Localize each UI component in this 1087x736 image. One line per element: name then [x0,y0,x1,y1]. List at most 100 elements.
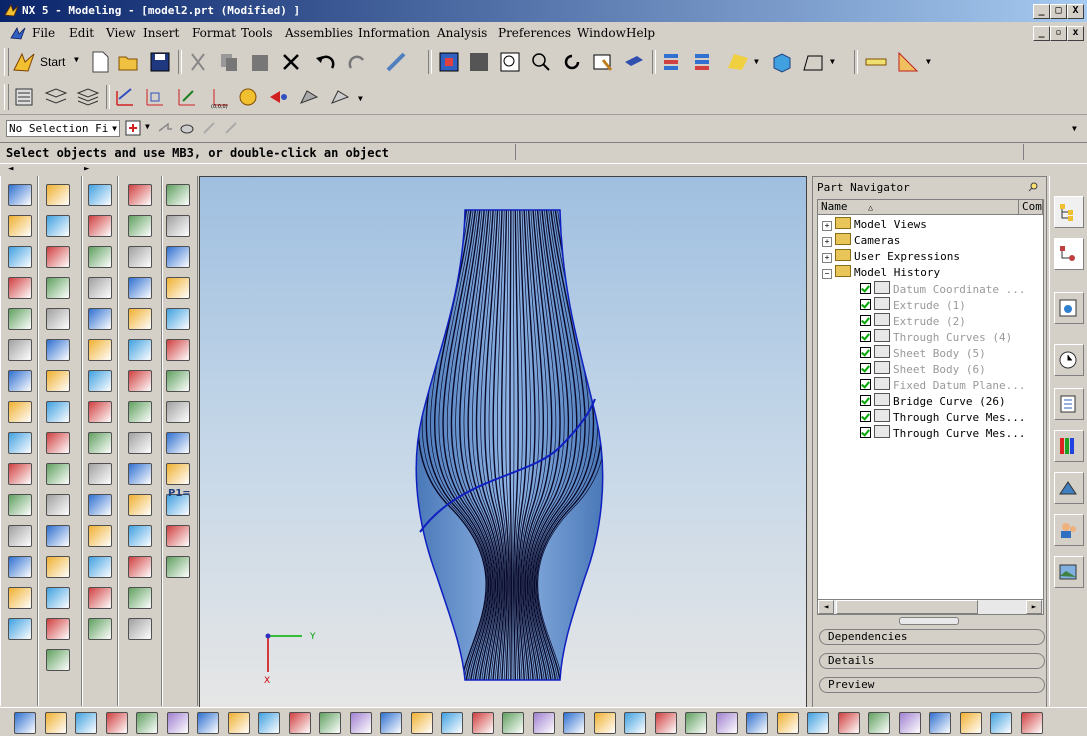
menu-edit[interactable]: Edit [69,26,94,40]
tree-node[interactable]: Datum Coordinate ... [860,280,1025,296]
palette-tool-icon[interactable] [88,432,112,454]
tree-node[interactable]: Bridge Curve (26) [860,392,1006,408]
tree-node[interactable]: Through Curve Mes... [860,408,1025,424]
palette-tool-icon[interactable] [8,618,32,640]
suppress-checkbox[interactable] [860,363,871,374]
toolbar-tool-icon[interactable] [715,712,738,734]
palette-tool-icon[interactable] [128,370,152,392]
toolbar-tool-icon[interactable] [502,712,524,734]
type-filter-select[interactable]: No Selection Fi ▼ [6,120,120,137]
scroll-right-icon[interactable]: ► [84,164,89,174]
wcs-icon[interactable] [236,85,260,109]
zoom-window-icon[interactable] [467,50,491,74]
suppress-checkbox[interactable] [860,411,871,422]
tree-node[interactable]: + User Expressions [822,248,960,264]
toolbar-tool-icon[interactable] [776,712,799,734]
measure-dropdown-icon[interactable]: ▼ [926,57,931,66]
close-button[interactable]: X [1067,4,1084,19]
toolbar-tool-icon[interactable] [441,712,463,734]
palette-tool-icon[interactable] [128,339,152,361]
palette-tool-icon[interactable] [128,494,152,516]
tree-node[interactable]: − Model History [822,264,940,280]
palette-tool-icon[interactable] [46,401,70,423]
palette-tool-icon[interactable] [128,184,152,206]
palette-tool-icon[interactable] [166,277,190,299]
start-icon[interactable] [12,50,36,74]
tree-node[interactable]: Sheet Body (5) [860,344,986,360]
tree-node[interactable]: + Cameras [822,232,900,248]
menu-preferences[interactable]: Preferences [498,26,571,40]
model-viewport[interactable]: Y X [200,177,806,707]
start-button[interactable]: Start [40,55,65,69]
menu-format[interactable]: Format [192,26,236,40]
toolbar-tool-icon[interactable] [898,712,921,734]
toolbar-tool-icon[interactable] [166,712,189,734]
column-name-header[interactable]: Name △ [818,200,1019,215]
palette-tool-icon[interactable] [46,215,70,237]
palette-tool-icon[interactable] [128,215,152,237]
fit-icon[interactable] [437,50,461,74]
ruler-icon[interactable] [864,50,888,74]
part-icon[interactable] [12,85,36,109]
toolbar-tool-icon[interactable] [868,712,890,734]
palette-tool-icon[interactable] [46,339,70,361]
toolbar-tool-icon[interactable] [1020,712,1043,734]
palette-tool-icon[interactable] [166,463,190,485]
menu-tools[interactable]: Tools [241,26,273,40]
palette-tool-icon[interactable] [46,525,70,547]
layer-settings-icon[interactable] [660,50,684,74]
toolbar-tool-icon[interactable] [197,712,219,734]
copy-select-icon[interactable] [222,119,240,137]
preview-panel[interactable]: Preview [819,677,1045,693]
toolbar-tool-icon[interactable] [807,712,829,734]
save-icon[interactable] [148,50,172,74]
expand-icon[interactable]: + [822,253,832,263]
menu-analysis[interactable]: Analysis [437,26,487,40]
shaded-style-icon[interactable] [726,50,750,74]
open-folder-icon[interactable] [117,50,141,74]
palette-tool-icon[interactable] [8,494,32,516]
snap-point-icon[interactable] [266,85,290,109]
toolbar-tool-icon[interactable] [258,712,280,734]
palette-tool-icon[interactable] [8,277,32,299]
selection-tool-icon[interactable] [384,50,408,74]
palette-tool-icon[interactable] [88,370,112,392]
palette-scroller[interactable]: ◄ ► [0,164,100,176]
toolbar-tool-icon[interactable] [319,712,341,734]
scroll-thumb[interactable] [836,600,978,614]
palette-tool-icon[interactable] [46,463,70,485]
palette-tool-icon[interactable] [166,339,190,361]
palette-tool-icon[interactable] [88,339,112,361]
palette-tool-icon[interactable] [46,556,70,578]
palette-tool-icon[interactable] [128,246,152,268]
palette-tool-icon[interactable] [8,587,32,609]
toolbar-tool-icon[interactable] [563,712,585,734]
palette-tool-icon[interactable] [88,494,112,516]
palette-tool-icon[interactable] [8,401,32,423]
snap-dropdown-icon[interactable]: ▼ [145,122,150,131]
tree-node[interactable]: Through Curves (4) [860,328,1012,344]
pin-icon[interactable] [1027,181,1039,193]
tree-node[interactable]: Fixed Datum Plane... [860,376,1025,392]
palette-tool-icon[interactable] [166,525,190,547]
palette-tool-icon[interactable] [128,618,152,640]
stack-icon[interactable] [76,85,100,109]
zoom-icon[interactable] [498,50,522,74]
palette-tool-icon[interactable] [128,463,152,485]
palette-tool-icon[interactable] [88,215,112,237]
palette-tool-icon[interactable] [46,277,70,299]
suppress-checkbox[interactable] [860,347,871,358]
wireframe-icon[interactable] [801,50,825,74]
scroll-left-button[interactable]: ◄ [818,600,834,614]
dependencies-panel[interactable]: Dependencies [819,629,1045,645]
palette-tool-icon[interactable] [88,246,112,268]
transform-dropdown-icon[interactable]: ▼ [358,94,363,103]
palette-tool-icon[interactable] [8,463,32,485]
palette-tool-icon[interactable] [46,432,70,454]
toolbar-tool-icon[interactable] [349,712,372,734]
palette-tool-icon[interactable] [46,587,70,609]
suppress-checkbox[interactable] [860,283,871,294]
palette-tool-icon[interactable] [88,525,112,547]
palette-tool-icon[interactable] [166,184,190,206]
edit-object-icon[interactable] [297,85,321,109]
